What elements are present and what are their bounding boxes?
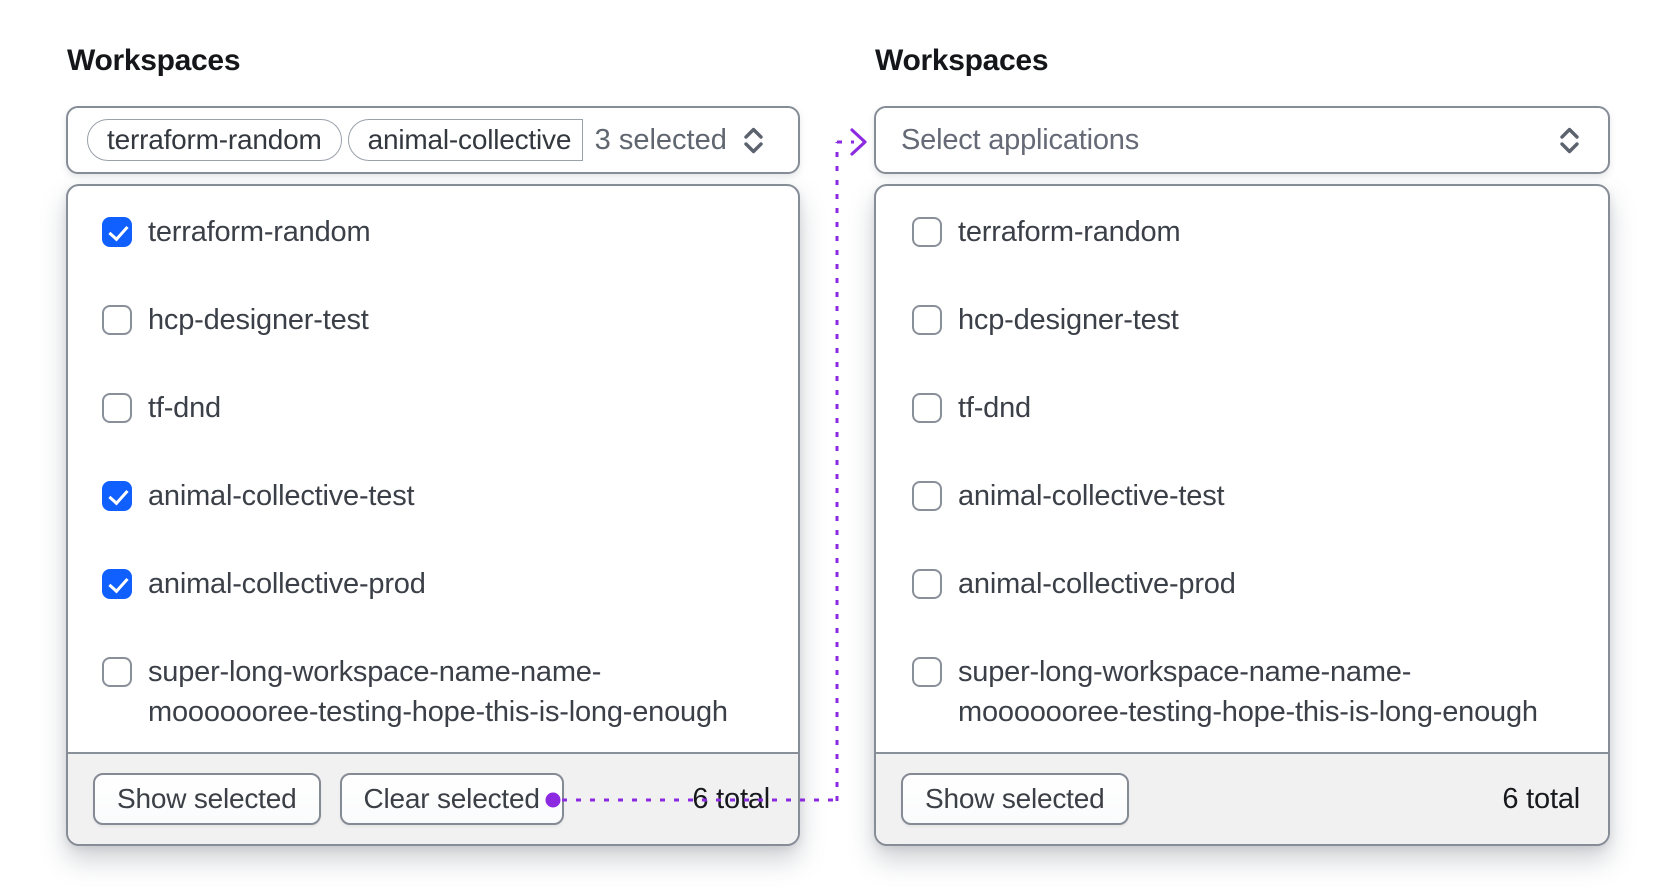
option-checkbox[interactable] [102, 657, 132, 687]
option-checkbox[interactable] [102, 481, 132, 511]
option-row[interactable]: animal-collective-prod [102, 564, 772, 604]
caret-sort-icon [1560, 127, 1579, 153]
option-label: terraform-random [148, 216, 371, 248]
multiselect-trigger[interactable]: terraform-random animal-collective 3 sel… [66, 106, 800, 174]
options-list: terraform-random hcp-designer-test tf-dn… [68, 186, 798, 752]
show-selected-button[interactable]: Show selected [93, 773, 321, 825]
options-listbox: terraform-random hcp-designer-test tf-dn… [66, 184, 800, 846]
option-label: tf-dnd [958, 392, 1031, 424]
option-row[interactable]: animal-collective-test [102, 476, 772, 516]
option-label: animal-collective-prod [958, 568, 1236, 600]
option-row[interactable]: super-long-workspace-name-name- moooooor… [912, 652, 1582, 732]
caret-sort-icon [744, 127, 763, 153]
option-label: super-long-workspace-name-name- moooooor… [148, 656, 728, 728]
option-row[interactable]: terraform-random [102, 212, 772, 252]
option-checkbox[interactable] [912, 217, 942, 247]
clear-selected-button[interactable]: Clear selected [339, 773, 564, 825]
option-label: animal-collective-test [958, 480, 1225, 512]
total-count-text: 6 total [1502, 782, 1580, 815]
option-checkbox[interactable] [912, 569, 942, 599]
option-checkbox[interactable] [912, 305, 942, 335]
option-checkbox[interactable] [102, 569, 132, 599]
options-listbox: terraform-random hcp-designer-test tf-dn… [874, 184, 1610, 846]
option-checkbox[interactable] [102, 217, 132, 247]
arrowhead-icon [850, 128, 867, 156]
workspaces-label: Workspaces [67, 44, 241, 77]
option-row[interactable]: tf-dnd [102, 388, 772, 428]
option-row[interactable]: hcp-designer-test [912, 300, 1582, 340]
listbox-footer: Show selected 6 total [876, 752, 1608, 844]
option-row[interactable]: animal-collective-test [912, 476, 1582, 516]
option-label: animal-collective-test [148, 480, 415, 512]
option-row[interactable]: tf-dnd [912, 388, 1582, 428]
option-label: tf-dnd [148, 392, 221, 424]
option-checkbox[interactable] [912, 481, 942, 511]
listbox-footer: Show selected Clear selected 6 total [68, 752, 798, 844]
option-label: terraform-random [958, 216, 1181, 248]
selected-count-text: 3 selected [594, 123, 727, 156]
option-checkbox[interactable] [912, 657, 942, 687]
option-label: animal-collective-prod [148, 568, 426, 600]
multiselect-trigger-empty[interactable]: Select applications [874, 106, 1610, 174]
workspaces-multiselect-left: Workspaces terraform-random animal-colle… [66, 0, 800, 892]
option-label: hcp-designer-test [958, 304, 1179, 336]
option-row[interactable]: super-long-workspace-name-name- moooooor… [102, 652, 772, 732]
options-list: terraform-random hcp-designer-test tf-dn… [876, 186, 1608, 752]
workspaces-label: Workspaces [875, 44, 1049, 77]
option-label: hcp-designer-test [148, 304, 369, 336]
option-checkbox[interactable] [102, 305, 132, 335]
selected-tag-truncated: animal-collective [347, 119, 583, 161]
option-row[interactable]: terraform-random [912, 212, 1582, 252]
show-selected-button[interactable]: Show selected [901, 773, 1129, 825]
option-checkbox[interactable] [912, 393, 942, 423]
option-row[interactable]: animal-collective-prod [912, 564, 1582, 604]
option-row[interactable]: hcp-designer-test [102, 300, 772, 340]
trigger-placeholder: Select applications [901, 123, 1140, 156]
total-count-text: 6 total [692, 782, 770, 815]
selected-tag: terraform-random [87, 119, 342, 161]
option-checkbox[interactable] [102, 393, 132, 423]
option-label: super-long-workspace-name-name- moooooor… [958, 656, 1538, 728]
workspaces-multiselect-right: Workspaces Select applications terraform… [874, 0, 1610, 892]
